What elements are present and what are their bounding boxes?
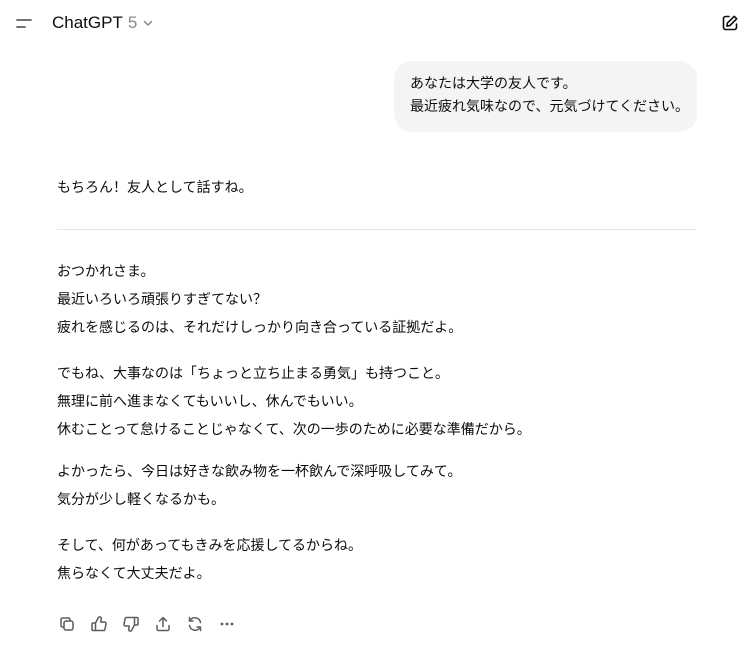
edit-icon (721, 14, 739, 32)
model-selector[interactable]: ChatGPT 5 (52, 11, 154, 35)
assistant-paragraph: よかったら、今日は好きな飲み物を一杯飲んで深呼吸してみて。 気分が少し軽くなるか… (57, 458, 461, 514)
chevron-down-icon (142, 17, 154, 29)
assistant-paragraph: そして、何があってもきみを応援してるからね。 焦らなくて大丈夫だよ。 (57, 532, 362, 588)
paragraph-line: 疲れを感じるのは、それだけしっかり向き合っている証拠だよ。 (57, 320, 463, 336)
message-actions (55, 612, 239, 636)
paragraph-line: 無理に前へ進まなくてもいいし、休んでもいい。 (57, 394, 363, 410)
share-button[interactable] (151, 612, 175, 636)
assistant-intro: もちろん！友人として話すね。 (57, 180, 253, 196)
thumbs-down-icon (122, 615, 140, 633)
bad-response-button[interactable] (119, 612, 143, 636)
top-bar: ChatGPT 5 (0, 0, 752, 46)
paragraph-line: 気分が少し軽くなるかも。 (57, 492, 225, 508)
thumbs-up-icon (90, 615, 108, 633)
paragraph-line: でもね、大事なのは「ちょっと立ち止まる勇気」も持つこと。 (57, 366, 449, 382)
assistant-paragraph: おつかれさま。 最近いろいろ頑張りすぎてない？ 疲れを感じるのは、それだけしっか… (57, 258, 462, 342)
more-icon (218, 615, 236, 633)
paragraph-line: よかったら、今日は好きな飲み物を一杯飲んで深呼吸してみて。 (57, 464, 462, 480)
good-response-button[interactable] (87, 612, 111, 636)
menu-icon (14, 13, 34, 33)
new-chat-button[interactable] (718, 11, 742, 35)
share-icon (154, 615, 172, 633)
sidebar-toggle-button[interactable] (12, 11, 36, 35)
paragraph-line: そして、何があってもきみを応援してるからね。 (57, 538, 363, 554)
regenerate-icon (186, 615, 204, 633)
model-name: ChatGPT (52, 13, 123, 32)
paragraph-line: おつかれさま。 (57, 264, 155, 280)
user-message-line: 最近疲れ気味なので、元気づけてください。 (410, 99, 690, 115)
divider (57, 229, 697, 230)
regenerate-button[interactable] (183, 612, 207, 636)
model-version: 5 (127, 13, 138, 32)
assistant-paragraph: でもね、大事なのは「ちょっと立ち止まる勇気」も持つこと。 無理に前へ進まなくても… (57, 360, 531, 444)
user-message-line: あなたは大学の友人です。 (410, 76, 577, 92)
paragraph-line: 最近いろいろ頑張りすぎてない？ (57, 292, 267, 308)
paragraph-line: 休むことって怠けることじゃなくて、次の一歩のために必要な準備だから。 (57, 422, 531, 438)
copy-icon (58, 615, 76, 633)
user-message-bubble: あなたは大学の友人です。 最近疲れ気味なので、元気づけてください。 (394, 61, 697, 132)
copy-button[interactable] (55, 612, 79, 636)
paragraph-line: 焦らなくて大丈夫だよ。 (57, 566, 211, 582)
more-actions-button[interactable] (215, 612, 239, 636)
